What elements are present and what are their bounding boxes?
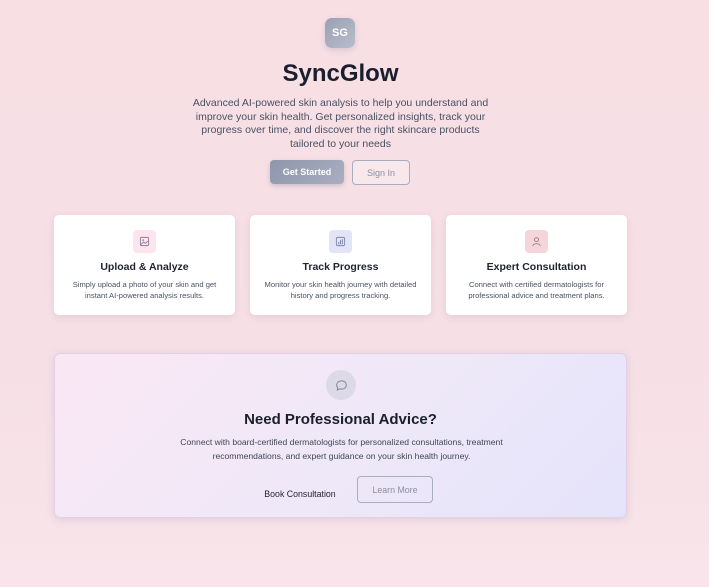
cta-title: Need Professional Advice? [244, 411, 437, 428]
tagline: Advanced AI-powered skin analysis to hel… [192, 97, 489, 150]
feature-title: Expert Consultation [486, 261, 587, 273]
feature-description: Simply upload a photo of your skin and g… [72, 280, 217, 301]
feature-card-consultation: Expert Consultation Connect with certifi… [446, 215, 627, 315]
page-title: SyncGlow [282, 60, 399, 87]
bar-chart-icon [329, 230, 352, 253]
chat-icon [326, 370, 356, 400]
book-consultation-button[interactable]: Book Consultation [260, 483, 340, 505]
feature-description: Monitor your skin health journey with de… [264, 280, 417, 301]
feature-title: Track Progress [302, 261, 379, 273]
feature-card-track: Track Progress Monitor your skin health … [250, 215, 431, 315]
logo-initials: SG [332, 27, 348, 39]
feature-card-upload: Upload & Analyze Simply upload a photo o… [54, 215, 235, 315]
get-started-button[interactable]: Get Started [270, 160, 344, 184]
feature-title: Upload & Analyze [100, 261, 189, 273]
professional-advice-panel: Need Professional Advice? Connect with b… [54, 353, 627, 518]
user-icon [525, 230, 548, 253]
cta-description: Connect with board-certified dermatologi… [180, 437, 503, 461]
feature-description: Connect with certified dermatologists fo… [468, 280, 605, 301]
image-icon [133, 230, 156, 253]
logo-badge: SG [325, 18, 355, 48]
learn-more-button[interactable]: Learn More [357, 476, 433, 503]
sign-in-button[interactable]: Sign In [352, 160, 410, 185]
